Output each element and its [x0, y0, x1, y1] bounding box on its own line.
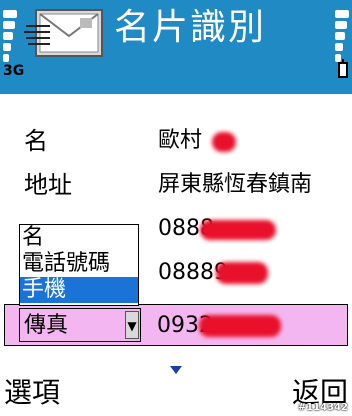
- field-type-select[interactable]: 傳真 ▼: [19, 308, 141, 342]
- signal-strength-icon: [3, 10, 17, 62]
- field-type-selected-label: 傳真: [24, 313, 69, 338]
- dropdown-option[interactable]: 電話號碼: [20, 251, 138, 277]
- redaction-mark: [199, 315, 281, 337]
- field-value-address: 屏東縣恆春鎮南: [158, 172, 313, 197]
- chevron-down-icon[interactable]: ▼: [125, 311, 139, 339]
- redaction-mark: [212, 132, 236, 152]
- watermark-text: #114342: [297, 402, 348, 413]
- battery-icon: [338, 59, 348, 78]
- field-value-name: 歐村: [158, 128, 203, 153]
- field-row-name[interactable]: 名 歐村: [0, 120, 352, 162]
- network-type-label: 3G: [3, 63, 25, 79]
- dropdown-option-selected[interactable]: 手機: [20, 277, 138, 303]
- redaction-mark: [200, 220, 276, 240]
- title-bar: 3G 名片識別: [0, 0, 352, 94]
- field-label-address: 地址: [24, 171, 72, 199]
- field-label-name: 名: [24, 127, 48, 155]
- options-softkey[interactable]: 選項: [4, 372, 60, 414]
- scroll-down-icon: [170, 366, 182, 374]
- app-title: 名片識別: [114, 7, 267, 48]
- field-row-fax[interactable]: 傳真 ▼ 0932: [4, 304, 348, 346]
- business-card-scan-icon: [24, 9, 103, 57]
- battery-level-bars: [335, 10, 349, 62]
- redaction-mark: [216, 262, 268, 284]
- field-row-address[interactable]: 地址 屏東縣恆春鎮南: [0, 164, 352, 206]
- dropdown-option[interactable]: 名: [20, 225, 138, 251]
- field-type-dropdown[interactable]: 名 電話號碼 手機: [19, 224, 139, 306]
